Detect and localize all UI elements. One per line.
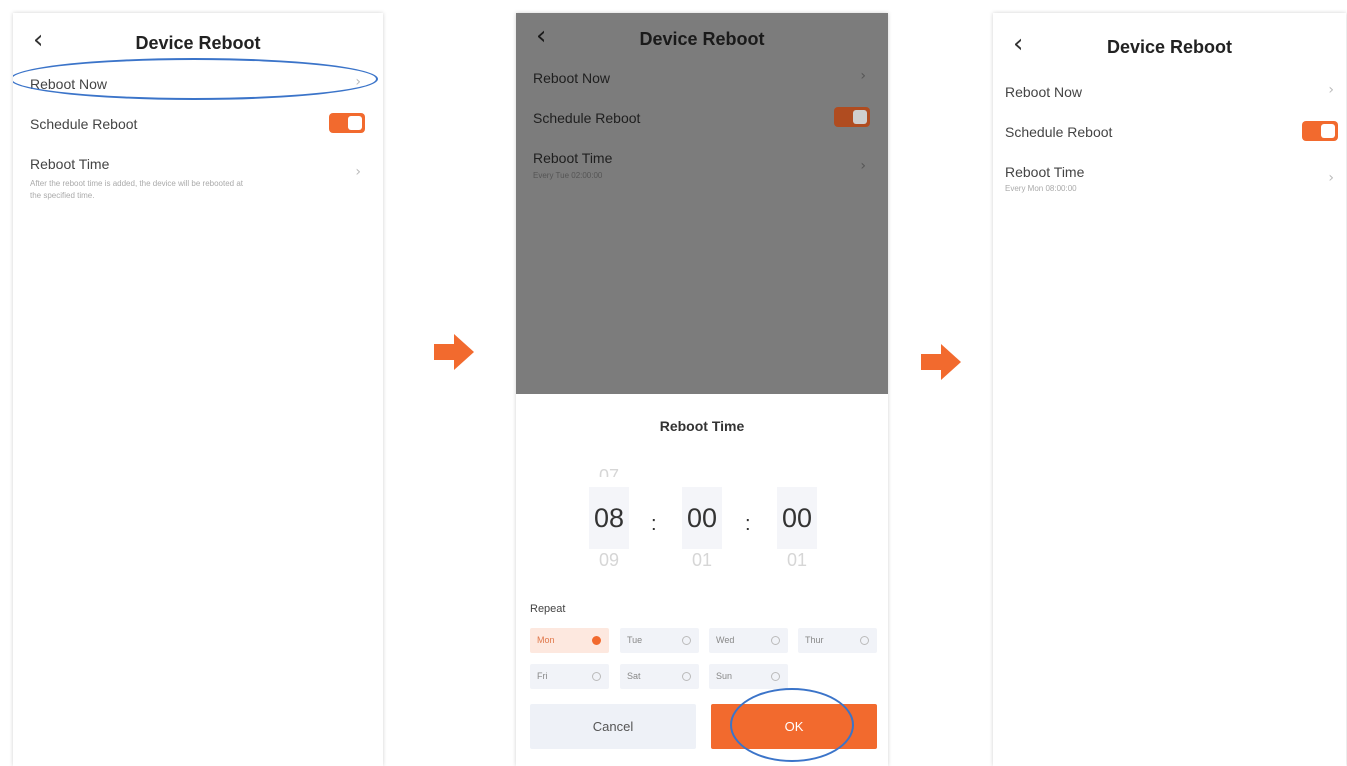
radio-unchecked-icon xyxy=(682,636,691,645)
hour-current: 08 xyxy=(589,487,629,549)
page-title: Device Reboot xyxy=(1106,37,1233,57)
day-label: Mon xyxy=(537,635,555,645)
second-prev xyxy=(777,461,817,477)
minute-picker[interactable]: 00 01 xyxy=(682,461,722,571)
hour-prev: 07 xyxy=(598,466,620,477)
day-label: Tue xyxy=(627,635,643,645)
reboot-time-row[interactable]: Reboot Time Every Tue 02:00:00 › xyxy=(516,138,888,202)
schedule-reboot-toggle[interactable] xyxy=(834,107,870,127)
cancel-button[interactable]: Cancel xyxy=(530,704,696,749)
chevron-right-icon: › xyxy=(860,68,866,84)
chevron-right-icon: › xyxy=(1328,82,1334,98)
day-sat[interactable]: Sat xyxy=(620,664,699,689)
day-tue[interactable]: Tue xyxy=(620,628,699,653)
reboot-time-value: Every Tue 02:00:00 xyxy=(533,171,603,180)
second-current: 00 xyxy=(777,487,817,549)
radio-checked-icon xyxy=(592,636,601,645)
arrow-right-icon xyxy=(921,344,961,380)
schedule-reboot-row: Schedule Reboot xyxy=(13,104,383,144)
toggle-knob xyxy=(1321,124,1335,138)
day-thur[interactable]: Thur xyxy=(798,628,877,653)
chevron-right-icon: › xyxy=(355,164,361,180)
page-title: Device Reboot xyxy=(135,33,261,53)
page-title: Device Reboot xyxy=(639,29,765,49)
time-separator: : xyxy=(651,513,657,535)
schedule-reboot-row: Schedule Reboot xyxy=(993,112,1346,152)
reboot-time-description: After the reboot time is added, the devi… xyxy=(30,178,243,202)
header: ‹ Device Reboot xyxy=(993,13,1346,69)
day-label: Wed xyxy=(716,635,735,645)
description-line-1: After the reboot time is added, the devi… xyxy=(30,179,244,188)
reboot-time-label: Reboot Time xyxy=(30,156,110,172)
reboot-now-label: Reboot Now xyxy=(30,76,108,92)
chevron-right-icon: › xyxy=(860,158,866,174)
day-mon[interactable]: Mon xyxy=(530,628,609,653)
time-separator: : xyxy=(745,513,751,535)
reboot-time-label: Reboot Time xyxy=(533,150,613,166)
hour-picker[interactable]: 07 08 09 xyxy=(589,461,629,571)
reboot-now-label: Reboot Now xyxy=(1005,84,1083,100)
day-wed[interactable]: Wed xyxy=(709,628,788,653)
radio-unchecked-icon xyxy=(860,636,869,645)
screen-1: ‹ Device Reboot Reboot Now › Schedule Re… xyxy=(13,13,383,766)
minute-next: 01 xyxy=(691,553,713,567)
schedule-reboot-label: Schedule Reboot xyxy=(30,116,138,132)
day-fri[interactable]: Fri xyxy=(530,664,609,689)
minute-current: 00 xyxy=(682,487,722,549)
schedule-reboot-label: Schedule Reboot xyxy=(1005,124,1113,140)
header: ‹ Device Reboot xyxy=(13,13,383,69)
reboot-now-row[interactable]: Reboot Now › xyxy=(13,64,383,104)
repeat-label: Repeat xyxy=(530,603,566,615)
toggle-knob xyxy=(853,110,867,124)
second-picker[interactable]: 00 01 xyxy=(777,461,817,571)
day-label: Sun xyxy=(716,671,733,681)
second-next: 01 xyxy=(786,553,808,567)
reboot-time-value: Every Mon 08:00:00 xyxy=(1005,184,1077,193)
chevron-right-icon: › xyxy=(1328,170,1334,186)
sheet-title: Reboot Time xyxy=(659,418,745,434)
radio-unchecked-icon xyxy=(771,636,780,645)
minute-prev xyxy=(682,461,722,477)
hour-next: 09 xyxy=(598,553,620,567)
reboot-time-label: Reboot Time xyxy=(1005,164,1085,180)
reboot-time-row[interactable]: Reboot Time Every Mon 08:00:00 › xyxy=(993,152,1346,216)
radio-unchecked-icon xyxy=(592,672,601,681)
chevron-right-icon: › xyxy=(355,74,361,90)
arrow-right-icon xyxy=(434,334,474,370)
radio-unchecked-icon xyxy=(771,672,780,681)
radio-unchecked-icon xyxy=(682,672,691,681)
screen-2: ‹ Device Reboot Reboot Now › Schedule Re… xyxy=(516,13,888,766)
screen-3: ‹ Device Reboot Reboot Now › Schedule Re… xyxy=(993,13,1346,766)
ok-button[interactable]: OK xyxy=(711,704,877,749)
day-label: Thur xyxy=(805,635,824,645)
dimmed-background: ‹ Device Reboot Reboot Now › Schedule Re… xyxy=(516,13,888,394)
reboot-now-label: Reboot Now xyxy=(533,70,611,86)
reboot-now-row[interactable]: Reboot Now › xyxy=(516,58,888,98)
reboot-time-row[interactable]: Reboot Time After the reboot time is add… xyxy=(13,144,383,208)
description-line-2: the specified time. xyxy=(30,191,95,200)
day-sun[interactable]: Sun xyxy=(709,664,788,689)
schedule-reboot-row: Schedule Reboot xyxy=(516,98,888,138)
day-label: Sat xyxy=(627,671,641,681)
reboot-time-sheet: Reboot Time 07 08 09 : 00 01 : 00 01 Rep… xyxy=(516,394,888,766)
schedule-reboot-label: Schedule Reboot xyxy=(533,110,641,126)
reboot-now-row[interactable]: Reboot Now › xyxy=(993,72,1346,112)
toggle-knob xyxy=(348,116,362,130)
schedule-reboot-toggle[interactable] xyxy=(1302,121,1338,141)
schedule-reboot-toggle[interactable] xyxy=(329,113,365,133)
day-label: Fri xyxy=(537,671,548,681)
